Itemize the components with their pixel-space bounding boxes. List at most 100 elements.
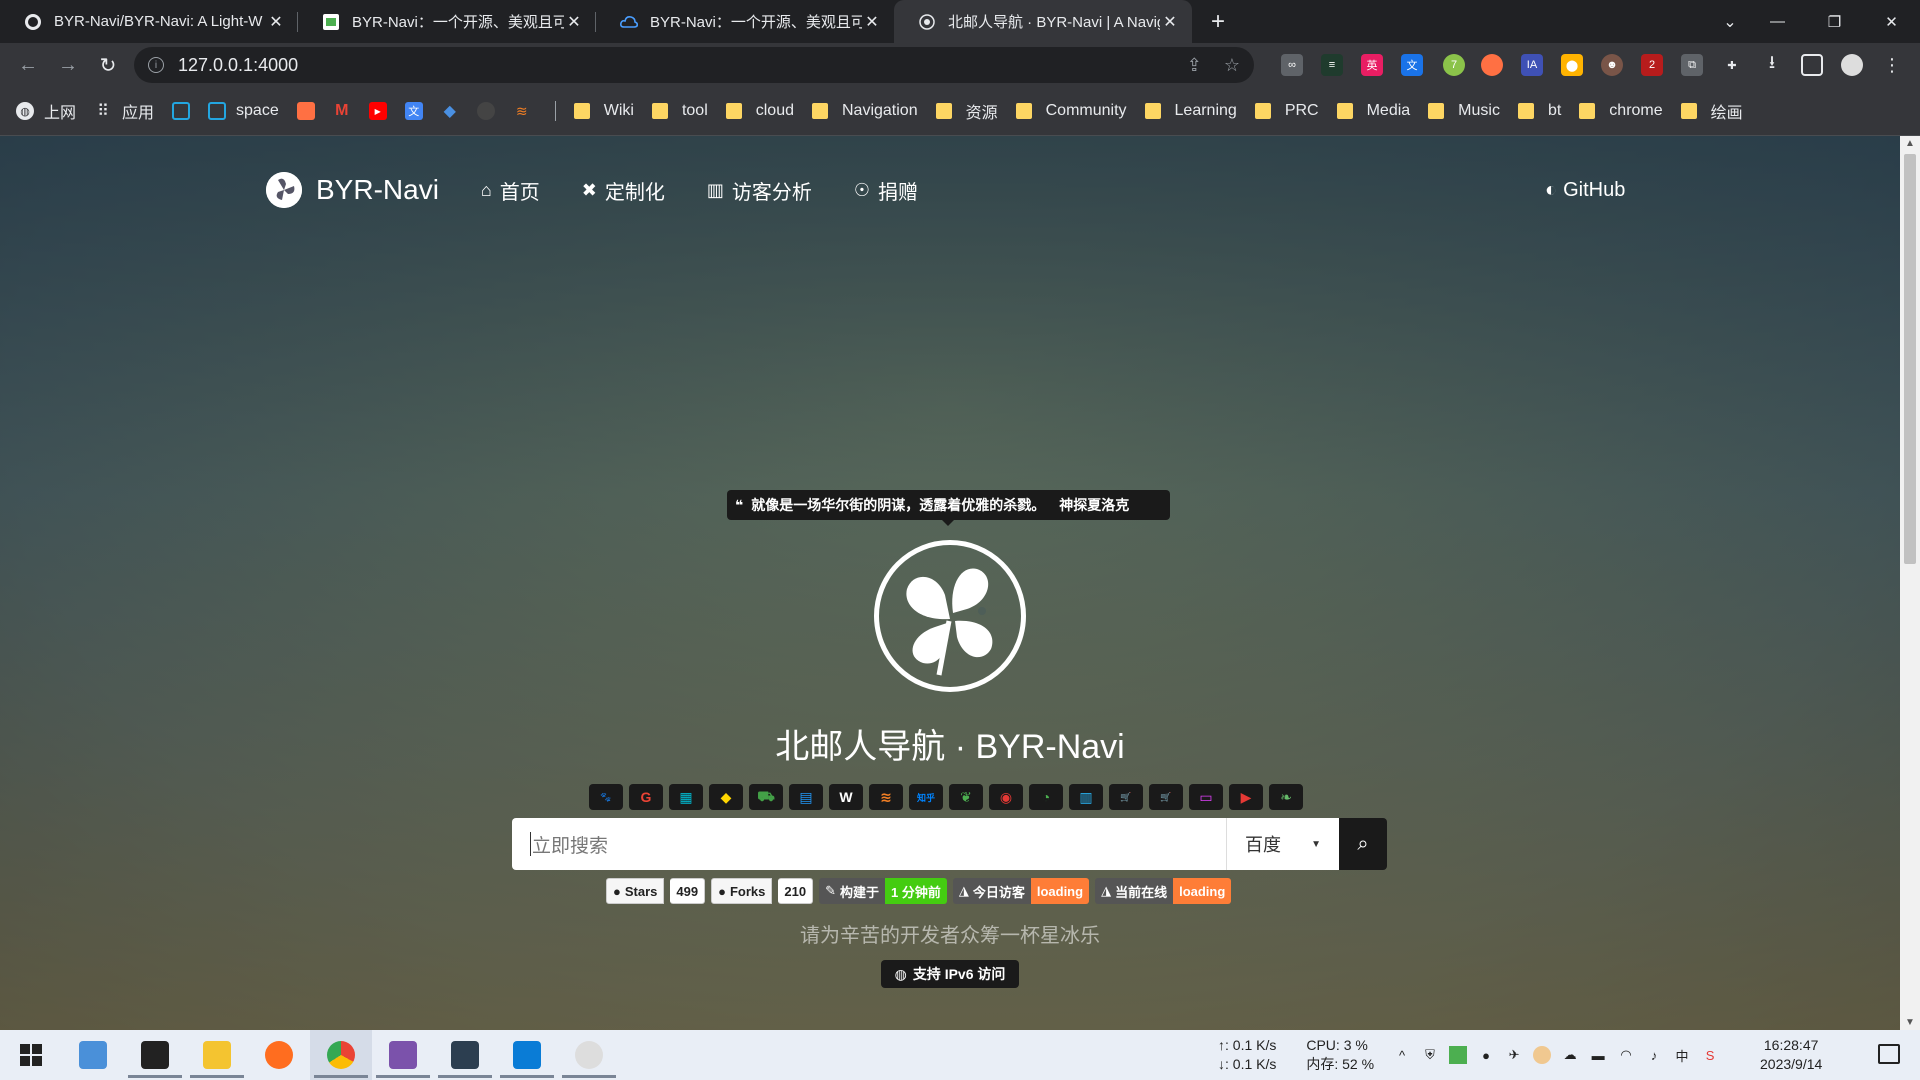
extension-icon[interactable]: ☻ [1601,54,1623,76]
nav-analytics[interactable]: ▥ 访客分析 [707,176,812,205]
taskbar-app[interactable] [186,1030,248,1080]
bookmark-folder[interactable]: bt [1517,102,1561,120]
shield-icon[interactable]: ⛨ [1421,1046,1439,1064]
bookmark-folder[interactable]: Navigation [812,102,918,120]
engine-zhihu-icon[interactable]: 知乎 [909,784,943,810]
bookmark-item[interactable]: space [208,102,279,120]
nav-donate[interactable]: ☉ 捐赠 [854,176,918,205]
engine-google-icon[interactable]: G [629,784,663,810]
side-panel-icon[interactable] [1801,54,1823,76]
wifi-icon[interactable]: ◠ [1617,1046,1635,1064]
tab-search-chevron-icon[interactable]: ⌄ [1710,0,1750,43]
back-arrow-icon[interactable]: ← [8,47,48,83]
ublock-icon[interactable]: 2 [1641,54,1663,76]
bookmark-item[interactable] [172,102,191,120]
search-input[interactable]: 立即搜索 [512,818,1227,870]
engine-stackoverflow-icon[interactable]: ≋ [869,784,903,810]
bookmark-item[interactable]: ▶ [368,102,387,120]
taskbar-app[interactable] [496,1030,558,1080]
bookmark-folder[interactable]: Wiki [573,102,634,120]
profile-avatar[interactable] [1841,54,1863,76]
bookmark-folder[interactable]: tool [651,102,708,120]
bookmark-folder[interactable]: Media [1336,102,1410,120]
page-scrollbar[interactable]: ▲ ▼ [1900,136,1920,1030]
address-bar[interactable]: i 127.0.0.1:4000 ⇪ ☆ [134,47,1254,83]
extension-icon[interactable]: IA [1521,54,1543,76]
taskbar-app[interactable] [372,1030,434,1080]
cloud-icon[interactable]: ☁ [1561,1046,1579,1064]
stars-badge[interactable]: ● Stars 499 [606,878,706,904]
close-tab-icon[interactable]: ✕ [564,12,584,32]
taskbar-app[interactable] [558,1030,620,1080]
engine-sogou-icon[interactable]: ◆ [709,784,743,810]
close-window-icon[interactable]: ✕ [1863,0,1920,43]
extension-icon[interactable]: 英 [1361,54,1383,76]
bookmark-item[interactable]: ◆ [441,102,459,120]
bookmark-item[interactable]: ⠿ 应用 [94,99,154,123]
site-info-icon[interactable]: i [148,57,164,73]
engine-wikipedia-icon[interactable]: W [829,784,863,810]
engine-wechat-icon[interactable]: ◔ [1029,784,1063,810]
nav-home[interactable]: ⌂ 首页 [481,176,540,205]
minimize-icon[interactable]: — [1749,0,1806,43]
restore-icon[interactable]: ❐ [1806,0,1863,43]
scroll-up-icon[interactable]: ▲ [1905,138,1915,149]
brand-link[interactable]: BYR-Navi [266,172,439,208]
bookmark-folder[interactable]: 资源 [935,99,998,123]
taskbar-app[interactable] [62,1030,124,1080]
share-icon[interactable]: ⇪ [1187,55,1202,76]
close-tab-icon[interactable]: ✕ [1160,12,1180,32]
engine-bing-icon[interactable]: ▦ [669,784,703,810]
sogou-ime-icon[interactable]: S [1701,1046,1719,1064]
donate-text[interactable]: 请为辛苦的开发者众筹一杯星冰乐 [0,919,1900,948]
extensions-puzzle-icon[interactable]: ✚ [1721,54,1743,76]
engine-jd-icon[interactable]: 🛒 [1149,784,1183,810]
engine-douban-icon[interactable]: ❦ [949,784,983,810]
extension-icon[interactable]: ∞ [1281,54,1303,76]
browser-tab[interactable]: BYR-Navi：一个开源、美观且可 ✕ [596,0,894,43]
extension-icon[interactable]: 7 [1443,54,1465,76]
clock[interactable]: 16:28:47 2023/9/14 [1760,1036,1822,1074]
engine-taobao-icon[interactable]: 🛒 [1109,784,1143,810]
engine-byr-icon[interactable]: ▤ [789,784,823,810]
chevron-up-icon[interactable]: ^ [1393,1046,1411,1064]
bookmark-star-icon[interactable]: ☆ [1224,55,1240,76]
reload-icon[interactable]: ↻ [88,47,128,83]
browser-tab-active[interactable]: 北邮人导航 · BYR-Navi | A Navig ✕ [894,0,1192,43]
engine-weibo-icon[interactable]: ◉ [989,784,1023,810]
engine-youtube-icon[interactable]: ▶ [1229,784,1263,810]
tray-app-icon[interactable] [1533,1046,1552,1064]
close-tab-icon[interactable]: ✕ [266,12,286,32]
extension-icon[interactable]: ⧉ [1681,54,1703,76]
start-button[interactable] [0,1030,62,1080]
tray-app-icon[interactable]: ● [1477,1046,1495,1064]
bookmark-folder[interactable]: PRC [1254,102,1319,120]
extension-icon[interactable] [1481,54,1503,76]
bookmark-item[interactable]: ◍ 上网 [16,99,76,123]
engine-leaf-icon[interactable]: ❧ [1269,784,1303,810]
notification-icon[interactable] [1878,1044,1900,1064]
engine-baidu-icon[interactable]: 🐾 [589,784,623,810]
translate-extension-icon[interactable]: 文 [1401,54,1423,76]
taskbar-app[interactable] [434,1030,496,1080]
browser-tab[interactable]: BYR-Navi：一个开源、美观且可 ✕ [298,0,596,43]
bookmark-item[interactable]: ≋ [513,102,531,120]
engine-book-icon[interactable]: ▥ [1069,784,1103,810]
engine-360-icon[interactable]: ⛟ [749,784,783,810]
taskbar-app[interactable] [124,1030,186,1080]
scrollbar-thumb[interactable] [1904,154,1916,564]
bookmark-folder[interactable]: 绘画 [1680,99,1743,123]
search-button[interactable]: ⌕ [1339,818,1387,870]
bookmark-folder[interactable]: chrome [1579,102,1663,120]
tray-app-icon[interactable] [1449,1046,1468,1064]
download-icon[interactable]: ⭳ [1761,52,1783,76]
bookmark-folder[interactable]: Learning [1144,102,1237,120]
taskbar-app[interactable] [310,1030,372,1080]
engine-tv-icon[interactable]: ▭ [1189,784,1223,810]
taskbar-app[interactable] [248,1030,310,1080]
close-tab-icon[interactable]: ✕ [862,12,882,32]
plane-icon[interactable]: ✈ [1505,1046,1523,1064]
ime-indicator[interactable]: 中 [1673,1046,1691,1064]
extension-icon[interactable]: ≡ [1321,54,1343,76]
bookmark-item[interactable] [476,102,495,120]
